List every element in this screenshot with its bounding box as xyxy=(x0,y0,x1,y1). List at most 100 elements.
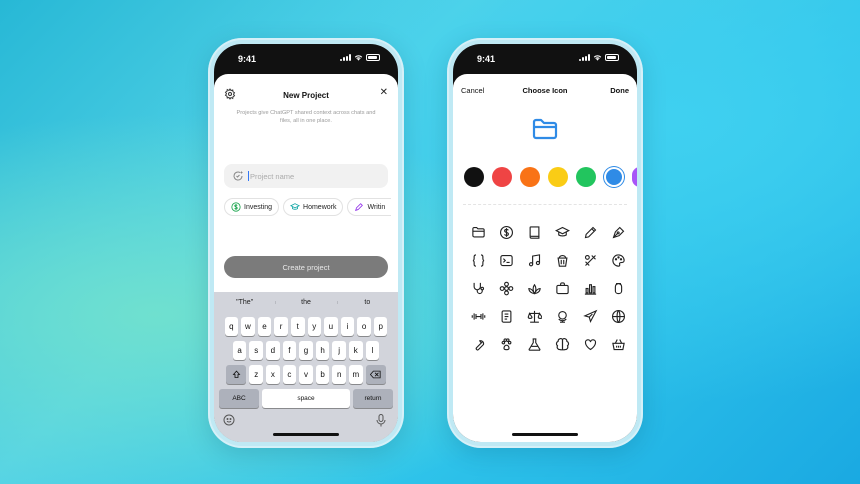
icon-option-chart[interactable] xyxy=(576,274,604,302)
key[interactable]: k xyxy=(348,341,363,360)
key[interactable]: j xyxy=(332,341,346,360)
key[interactable]: w xyxy=(241,317,255,336)
icon-option-heart[interactable] xyxy=(576,330,604,358)
key[interactable]: e xyxy=(257,317,272,336)
briefcase-icon xyxy=(555,281,569,294)
icon-option-document[interactable] xyxy=(492,302,520,330)
tools-icon xyxy=(584,254,596,266)
color-swatch-purple[interactable] xyxy=(632,167,637,187)
icon-option-tools[interactable] xyxy=(576,246,604,274)
key[interactable]: g xyxy=(299,341,313,360)
key[interactable]: y xyxy=(307,317,322,336)
key[interactable]: r xyxy=(274,317,288,336)
icon-option-paw[interactable] xyxy=(492,330,520,358)
icon-option-airplane[interactable] xyxy=(576,302,604,330)
key[interactable]: a xyxy=(232,341,247,360)
status-time: 9:41 xyxy=(477,54,496,64)
icon-option-scales[interactable] xyxy=(520,302,548,330)
done-button[interactable]: Done xyxy=(610,86,629,95)
key[interactable]: f xyxy=(282,341,297,360)
key[interactable]: v xyxy=(299,365,313,384)
icon-option-palette[interactable] xyxy=(604,246,632,274)
key[interactable]: t xyxy=(290,317,305,336)
color-swatch-red[interactable] xyxy=(492,167,512,187)
globe-icon xyxy=(611,309,625,323)
project-name-input[interactable] xyxy=(250,171,370,181)
color-swatch-black[interactable] xyxy=(464,167,484,187)
dollar-circle-icon xyxy=(231,202,241,212)
key[interactable]: x xyxy=(266,365,280,384)
icon-option-bag[interactable] xyxy=(604,274,632,302)
color-swatch-blue[interactable] xyxy=(606,169,622,185)
color-swatch-yellow[interactable] xyxy=(548,167,568,187)
icon-option-folder[interactable] xyxy=(464,218,492,246)
close-icon[interactable]: ✕ xyxy=(380,87,388,99)
icon-option-flower[interactable] xyxy=(492,274,520,302)
folder-icon xyxy=(471,226,485,237)
key[interactable]: i xyxy=(340,317,355,336)
icon-option-dumbbell[interactable] xyxy=(464,302,492,330)
key[interactable]: z xyxy=(249,365,264,384)
key[interactable]: o xyxy=(357,317,371,336)
project-name-field[interactable] xyxy=(224,164,388,188)
chip-label: Investing xyxy=(244,203,273,211)
basket-icon xyxy=(611,338,625,350)
icon-option-stethoscope[interactable] xyxy=(464,274,492,302)
key[interactable]: p xyxy=(373,317,388,336)
pencil-icon xyxy=(584,226,596,238)
icon-option-brain[interactable] xyxy=(548,330,576,358)
microphone-icon[interactable] xyxy=(376,414,386,427)
key[interactable]: l xyxy=(365,341,380,360)
emoji-icon[interactable] xyxy=(223,414,235,426)
screen: 9:41 New Project ✕ Projects give ChatGPT… xyxy=(214,44,398,442)
key[interactable]: q xyxy=(224,317,239,336)
icon-option-basket[interactable] xyxy=(604,330,632,358)
key[interactable]: n xyxy=(332,365,346,384)
shift-key[interactable] xyxy=(226,365,247,384)
chip-homework[interactable]: Homework xyxy=(283,198,344,216)
icon-option-dollar[interactable] xyxy=(492,218,520,246)
project-icon-picker-icon[interactable] xyxy=(232,170,244,182)
icon-option-pen-nib[interactable] xyxy=(604,218,632,246)
suggestion-2[interactable]: the xyxy=(275,299,336,306)
wifi-icon xyxy=(354,55,363,61)
key[interactable]: c xyxy=(282,365,297,384)
status-icons xyxy=(340,54,380,61)
color-swatch-green[interactable] xyxy=(576,167,596,187)
key[interactable]: h xyxy=(315,341,330,360)
return-key[interactable]: return xyxy=(353,389,393,408)
key[interactable]: s xyxy=(249,341,264,360)
suggestion-3[interactable]: to xyxy=(336,299,398,306)
icon-option-briefcase[interactable] xyxy=(548,274,576,302)
palette-icon xyxy=(611,253,625,267)
icon-option-globe-stand[interactable] xyxy=(548,302,576,330)
create-project-button[interactable]: Create project xyxy=(224,256,388,278)
icon-option-book[interactable] xyxy=(520,218,548,246)
color-swatch-orange[interactable] xyxy=(520,167,540,187)
icon-option-graduation[interactable] xyxy=(548,218,576,246)
status-bar: 9:41 xyxy=(453,44,637,74)
abc-key[interactable]: ABC xyxy=(219,389,259,408)
icon-option-flask[interactable] xyxy=(520,330,548,358)
icon-option-bucket[interactable] xyxy=(548,246,576,274)
sheet-header: Cancel Choose Icon Done xyxy=(453,86,637,100)
icon-option-code[interactable] xyxy=(464,246,492,274)
icon-option-terminal[interactable] xyxy=(492,246,520,274)
icon-option-pencil[interactable] xyxy=(576,218,604,246)
icon-option-globe[interactable] xyxy=(604,302,632,330)
icon-option-lotus[interactable] xyxy=(520,274,548,302)
space-key[interactable]: space xyxy=(262,389,350,408)
key-row-1: q w e r t y u i o p xyxy=(214,317,398,336)
chip-writing[interactable]: Writin xyxy=(347,198,392,216)
delete-key[interactable] xyxy=(365,365,386,384)
key[interactable]: u xyxy=(324,317,338,336)
icon-option-music[interactable] xyxy=(520,246,548,274)
icon-option-wrench[interactable] xyxy=(464,330,492,358)
key[interactable]: m xyxy=(348,365,363,384)
battery-icon xyxy=(366,54,380,61)
suggestion-1[interactable]: "The" xyxy=(214,299,275,306)
key[interactable]: b xyxy=(315,365,330,384)
bucket-icon xyxy=(556,254,568,267)
key[interactable]: d xyxy=(266,341,280,360)
chip-investing[interactable]: Investing xyxy=(224,198,280,216)
